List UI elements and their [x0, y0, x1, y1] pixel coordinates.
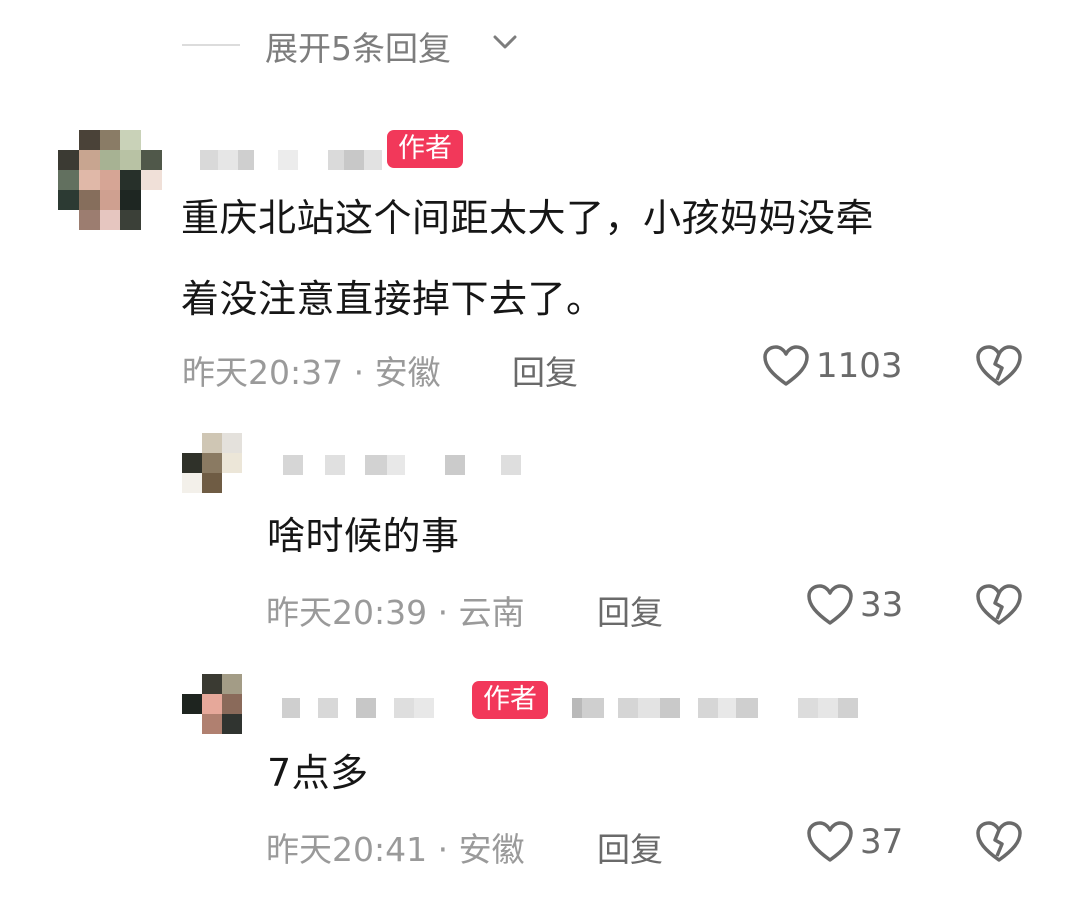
comment-text-part: 重庆北站: [181, 196, 336, 240]
like-count: 1103: [816, 346, 903, 386]
comment-text-part: 这个间距太大了，小孩妈妈没牵: [335, 196, 875, 240]
reply-button[interactable]: 回复: [597, 823, 663, 871]
comment-text: 重庆北站这个间距太大了，小孩妈妈没牵: [181, 187, 874, 249]
broken-heart-icon[interactable]: [975, 820, 1023, 864]
like-count: 37: [860, 822, 904, 862]
comment-text: 着没注意直接掉下去了。: [181, 277, 605, 321]
username-mosaic[interactable]: [283, 453, 521, 477]
heart-icon: [807, 584, 853, 625]
comment-meta: 昨天20:41 · 安徽: [266, 830, 525, 869]
avatar[interactable]: [182, 433, 242, 493]
heart-icon: [807, 821, 853, 862]
reply-button[interactable]: 回复: [512, 346, 578, 394]
comment-text: 7点多: [267, 751, 369, 795]
like-button[interactable]: 33: [806, 583, 903, 627]
expand-divider: [182, 44, 240, 46]
avatar[interactable]: [58, 130, 162, 230]
username-mosaic[interactable]: [200, 148, 382, 172]
reply-button[interactable]: 回复: [597, 586, 663, 634]
comment-meta: 昨天20:39 · 云南: [266, 593, 525, 632]
like-count: 33: [860, 585, 904, 625]
chevron-down-icon[interactable]: [492, 32, 518, 52]
author-badge: 作者: [472, 681, 548, 719]
broken-heart-icon[interactable]: [975, 583, 1023, 627]
expand-replies-button[interactable]: 展开5条回复: [265, 22, 451, 70]
avatar[interactable]: [182, 674, 242, 734]
like-button[interactable]: 1103: [762, 344, 903, 388]
comment-meta: 昨天20:37 · 安徽: [182, 353, 441, 392]
comment-text: 啥时候的事: [267, 514, 460, 558]
heart-icon: [763, 345, 809, 386]
author-badge: 作者: [387, 130, 463, 168]
username-mosaic[interactable]: [282, 696, 434, 720]
like-button[interactable]: 37: [806, 820, 903, 864]
broken-heart-icon[interactable]: [975, 344, 1023, 388]
username-mosaic[interactable]: [572, 696, 858, 720]
